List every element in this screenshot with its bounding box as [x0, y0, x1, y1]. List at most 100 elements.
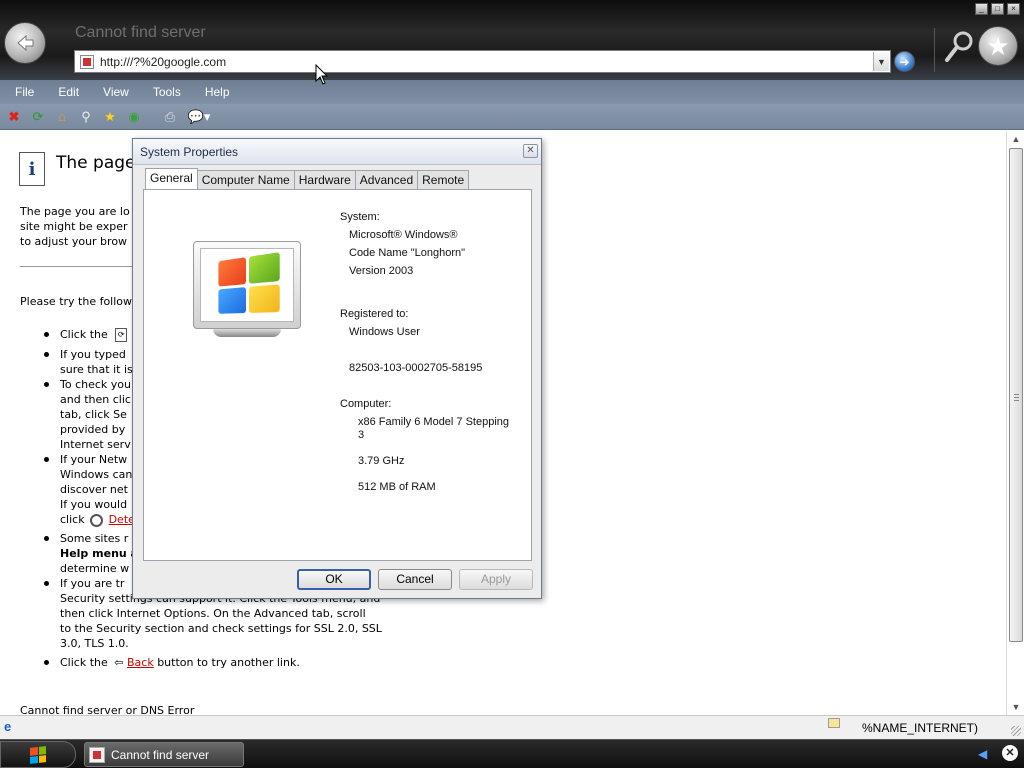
menu-view[interactable]: View	[103, 85, 129, 99]
go-button[interactable]: ➔	[894, 51, 915, 72]
history-icon[interactable]: ◉	[126, 109, 142, 125]
refresh-page-icon[interactable]: ⟳	[115, 328, 128, 342]
dialog-title-bar[interactable]: System Properties ✕	[133, 139, 541, 165]
list-item-text: click	[60, 513, 85, 526]
bullet-dot	[44, 660, 49, 665]
maximize-button[interactable]: □	[991, 3, 1004, 15]
dialog-close-button[interactable]: ✕	[523, 144, 538, 158]
address-bar[interactable]: http:///?%20google.com ▼	[74, 50, 891, 73]
search-tool-icon[interactable]: ⚲	[78, 109, 94, 125]
bullet-dot	[44, 382, 49, 387]
refresh-icon[interactable]: ⟳	[30, 109, 46, 125]
tab-strip: General Computer Name Hardware Advanced …	[145, 168, 470, 189]
home-icon[interactable]: ⌂	[54, 109, 70, 125]
cpu-speed: 3.79 GHz	[358, 455, 405, 467]
detect-settings-link[interactable]: Dete	[109, 513, 135, 526]
list-item-text: Some sites r	[60, 532, 129, 545]
taskbar-item-label: Cannot find server	[111, 747, 210, 762]
security-zone-text: %NAME_INTERNET)	[862, 721, 979, 735]
list-item-text: determine w	[60, 562, 130, 575]
ram-amount: 512 MB of RAM	[358, 481, 436, 493]
tray-x-icon[interactable]: ✕	[1002, 745, 1018, 761]
intro-line: site might be exper	[20, 220, 128, 233]
list-item-text: Click the	[60, 328, 108, 341]
apply-button[interactable]: Apply	[459, 569, 533, 590]
bullet-dot	[44, 536, 49, 541]
search-icon	[945, 31, 973, 62]
scroll-down-icon[interactable]: ▼	[1009, 700, 1023, 714]
windows-flag-icon	[30, 745, 46, 764]
discuss-icon[interactable]: 💬▾	[186, 109, 212, 125]
intro-line: The page you are lo	[20, 205, 130, 218]
start-button[interactable]	[0, 741, 76, 768]
menu-file[interactable]: File	[15, 85, 34, 99]
scroll-up-icon[interactable]: ▲	[1009, 132, 1023, 146]
product-id: 82503-103-0002705-58195	[349, 362, 483, 374]
minimize-button[interactable]: _	[975, 3, 988, 15]
bullet-dot	[44, 581, 49, 586]
close-window-button[interactable]: ×	[1007, 3, 1020, 15]
dialog-title: System Properties	[140, 145, 239, 159]
try-text: Please try the follow	[20, 295, 133, 308]
tab-computer-name[interactable]: Computer Name	[196, 170, 295, 189]
bullet-dot	[44, 352, 49, 357]
registered-user: Windows User	[349, 326, 420, 338]
system-properties-dialog: System Properties ✕ General Computer Nam…	[132, 138, 542, 599]
list-item-text: If you would	[60, 498, 128, 511]
back-link[interactable]: Back	[127, 656, 154, 669]
favorites-star-icon: ★	[986, 30, 1010, 61]
print-icon[interactable]: ⎙	[162, 109, 178, 125]
os-version: Version 2003	[349, 265, 414, 277]
list-item-text: If you typed	[60, 348, 126, 361]
menu-bar: File Edit View Tools Help	[0, 80, 1024, 104]
menu-edit[interactable]: Edit	[58, 85, 79, 99]
taskbar: Cannot find server ◀ ✕	[0, 739, 1024, 768]
vertical-scrollbar[interactable]: ▲ ▼	[1006, 131, 1024, 715]
error-footer-text: Cannot find server or DNS Error	[20, 704, 195, 715]
browser-top-chrome: Cannot find server http:///?%20google.co…	[0, 0, 1024, 80]
tab-advanced[interactable]: Advanced	[354, 170, 419, 189]
stop-icon[interactable]: ✖	[6, 109, 22, 125]
volume-icon[interactable]: ◀	[978, 747, 992, 761]
window-title: Cannot find server	[75, 24, 206, 41]
computer-label: Computer:	[340, 398, 392, 410]
favorites-button[interactable]: ★	[978, 26, 1018, 66]
favorites-icon[interactable]: ★	[102, 109, 118, 125]
diagnose-icon	[90, 513, 104, 527]
screen: Cannot find server http:///?%20google.co…	[0, 0, 1024, 768]
cpu-line: 3	[358, 429, 365, 441]
page-icon	[80, 54, 94, 69]
tab-general[interactable]: General	[145, 168, 198, 189]
ok-button[interactable]: OK	[297, 569, 371, 590]
back-button[interactable]	[4, 22, 46, 64]
list-item-text: Click the	[60, 656, 108, 669]
tab-remote[interactable]: Remote	[417, 170, 470, 189]
list-item-text: provided by	[60, 423, 126, 436]
go-icon: ➔	[899, 54, 910, 69]
tab-hardware[interactable]: Hardware	[293, 170, 356, 189]
list-item-text: Help menu a	[60, 547, 138, 560]
taskbar-item-browser[interactable]: Cannot find server	[84, 742, 244, 767]
general-tab-panel: System: Microsoft® Windows® Code Name "L…	[143, 189, 532, 561]
address-dropdown-button[interactable]: ▼	[873, 52, 889, 71]
page-heading: The page	[56, 153, 136, 173]
system-label: System:	[340, 211, 380, 223]
info-icon: i	[19, 152, 45, 186]
menu-tools[interactable]: Tools	[153, 85, 181, 99]
list-item-text: 3.0, TLS 1.0.	[60, 637, 129, 650]
mouse-cursor-icon	[315, 64, 329, 85]
intro-paragraph: The page you are lo site might be exper …	[20, 204, 132, 249]
browser-task-icon	[89, 746, 105, 763]
scroll-thumb[interactable]	[1009, 148, 1023, 642]
address-text[interactable]: http:///?%20google.com	[100, 55, 873, 69]
registered-label: Registered to:	[340, 308, 409, 320]
ie-icon: e	[4, 719, 12, 734]
resize-grip-icon[interactable]	[1011, 726, 1021, 736]
toolbar-separator	[934, 28, 935, 72]
list-item-text: button to try another link.	[157, 656, 300, 669]
cancel-button[interactable]: Cancel	[378, 569, 452, 590]
status-bar: e %NAME_INTERNET)	[0, 715, 1024, 739]
zone-icon	[828, 718, 840, 728]
search-button[interactable]	[944, 30, 974, 64]
menu-help[interactable]: Help	[205, 85, 230, 99]
